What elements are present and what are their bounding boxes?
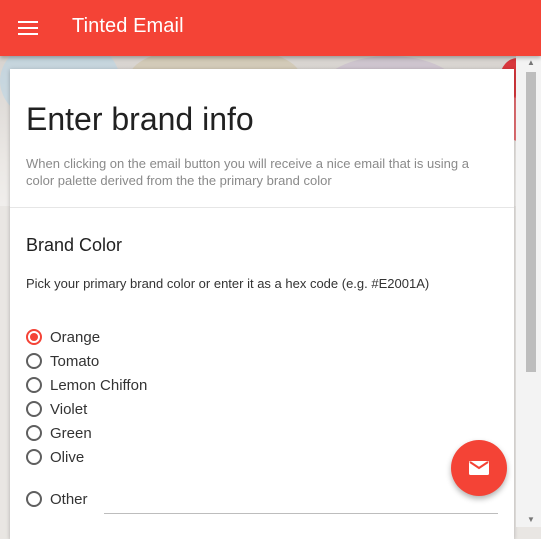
radio-label: Violet: [50, 400, 88, 418]
divider: [10, 207, 514, 208]
radio-option-other[interactable]: Other: [26, 487, 88, 511]
mail-icon: [469, 461, 489, 475]
radio-button[interactable]: [26, 491, 42, 507]
app-title: Tinted Email: [72, 15, 184, 37]
brand-color-hint: Pick your primary brand color or enter i…: [26, 276, 430, 291]
brand-color-options: Orange Tomato Lemon Chiffon Violet Green…: [26, 325, 147, 469]
radio-label: Other: [50, 490, 88, 508]
app-bar: Tinted Email: [0, 0, 541, 56]
brand-info-card: Enter brand info When clicking on the em…: [10, 69, 514, 539]
radio-label: Green: [50, 424, 92, 442]
radio-option-lemon-chiffon[interactable]: Lemon Chiffon: [26, 373, 147, 397]
email-fab-button[interactable]: [451, 440, 507, 496]
radio-option-orange[interactable]: Orange: [26, 325, 147, 349]
radio-button[interactable]: [26, 377, 42, 393]
scrollbar[interactable]: ▲ ▼: [516, 56, 541, 527]
scroll-down-icon[interactable]: ▼: [526, 515, 536, 525]
radio-button[interactable]: [26, 425, 42, 441]
card-description: When clicking on the email button you wi…: [26, 156, 469, 188]
menu-icon[interactable]: [18, 20, 38, 36]
radio-button[interactable]: [26, 329, 42, 345]
radio-label: Olive: [50, 448, 85, 466]
scroll-up-icon[interactable]: ▲: [526, 58, 536, 68]
other-color-input[interactable]: [104, 513, 498, 514]
radio-button[interactable]: [26, 353, 42, 369]
radio-label: Tomato: [50, 352, 100, 370]
page-title: Enter brand info: [26, 101, 254, 137]
radio-button[interactable]: [26, 401, 42, 417]
card-header: Enter brand info When clicking on the em…: [10, 69, 514, 207]
radio-option-violet[interactable]: Violet: [26, 397, 147, 421]
radio-button[interactable]: [26, 449, 42, 465]
radio-label: Lemon Chiffon: [50, 376, 148, 394]
radio-option-olive[interactable]: Olive: [26, 445, 147, 469]
radio-option-green[interactable]: Green: [26, 421, 147, 445]
radio-label: Orange: [50, 328, 101, 346]
brand-color-heading: Brand Color: [26, 235, 123, 255]
scroll-thumb[interactable]: [526, 72, 536, 372]
radio-option-tomato[interactable]: Tomato: [26, 349, 147, 373]
